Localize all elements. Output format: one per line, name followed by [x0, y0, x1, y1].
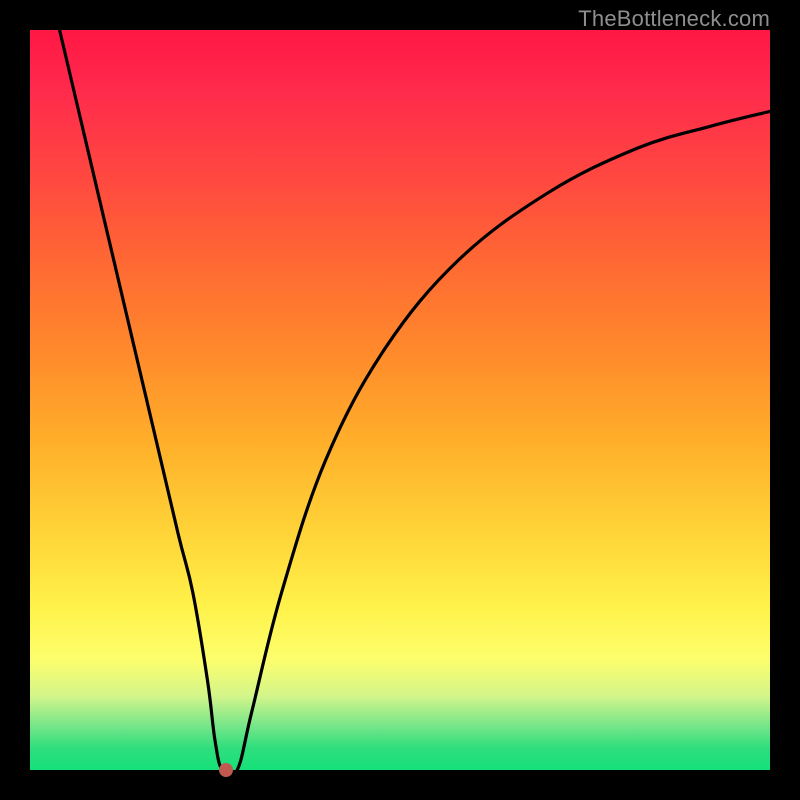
optimum-marker: [219, 763, 233, 777]
bottleneck-curve: [60, 30, 770, 770]
plot-area: [30, 30, 770, 770]
watermark-label: TheBottleneck.com: [578, 6, 770, 32]
curve-svg: [30, 30, 770, 770]
chart-container: TheBottleneck.com: [0, 0, 800, 800]
